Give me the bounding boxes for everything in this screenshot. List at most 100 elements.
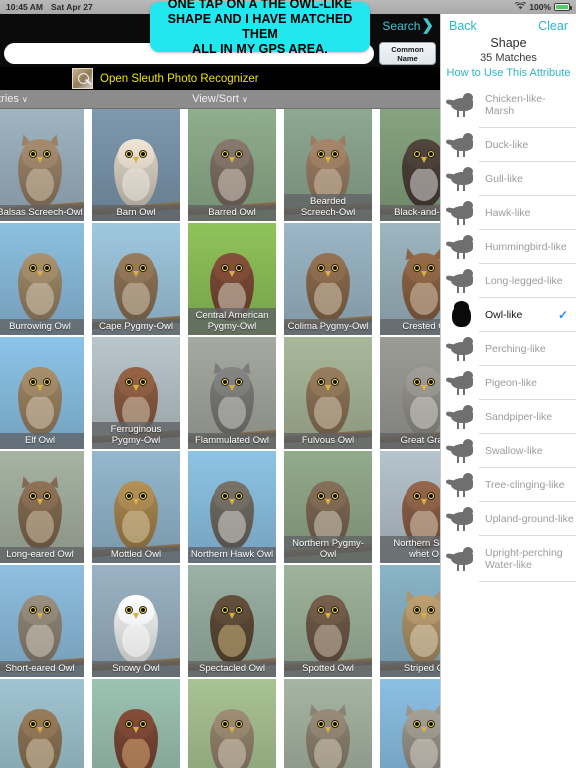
species-illustration [284, 679, 372, 768]
shape-option-owl-like[interactable]: Owl-like ✓ [441, 298, 576, 332]
shape-option-label: Perching-like [479, 332, 576, 366]
shape-option-chicken-like-marsh[interactable]: Chicken-like-Marsh [441, 82, 576, 128]
species-card[interactable]: Cape Pygmy-Owl [92, 223, 180, 335]
species-name-label: Barred Owl [188, 205, 276, 221]
species-name-label: Crested O [380, 319, 440, 335]
view-sort-menu[interactable]: View/Sort ∨ [0, 93, 440, 105]
pigeon-like-silhouette-icon [445, 368, 479, 398]
species-card[interactable]: Northern Saw- whet O [380, 451, 440, 563]
shape-option-label: Gull-like [479, 162, 576, 196]
species-name-label: Cape Pygmy-Owl [92, 319, 180, 335]
species-card[interactable]: Short-eared Owl [0, 565, 84, 677]
species-card[interactable]: Fulvous Owl [284, 337, 372, 449]
back-button[interactable]: Back [449, 19, 477, 33]
species-card[interactable]: Northern Hawk Owl [188, 451, 276, 563]
species-illustration [0, 679, 84, 768]
species-name-label: Northern Pygmy-Owl [284, 536, 372, 563]
species-card[interactable]: Whisker [380, 679, 440, 768]
duck-like-silhouette-icon [445, 130, 479, 160]
upland-ground-like-silhouette-icon [445, 504, 479, 534]
species-name-label: Flammulated Owl [188, 433, 276, 449]
species-card[interactable]: Barn Owl [92, 109, 180, 221]
shape-option-label: Hummingbird-like [479, 230, 576, 264]
shape-option-perching-like[interactable]: Perching-like [441, 332, 576, 366]
species-card[interactable]: Spectacled Owl [188, 565, 276, 677]
shape-option-hummingbird-like[interactable]: Hummingbird-like [441, 230, 576, 264]
shape-option-gull-like[interactable]: Gull-like [441, 162, 576, 196]
species-card[interactable]: Unspotted Saw- [92, 679, 180, 768]
shape-attribute-sidebar: Back Clear Shape 35 Matches How to Use T… [440, 14, 576, 768]
shape-option-upland-ground-like[interactable]: Upland-ground-like [441, 502, 576, 536]
shape-option-hawk-like[interactable]: Hawk-like [441, 196, 576, 230]
shape-option-long-legged-like[interactable]: Long-legged-like [441, 264, 576, 298]
species-card[interactable]: Ferruginous Pygmy-Owl [92, 337, 180, 449]
shape-option-label: Upland-ground-like [479, 502, 576, 536]
sleuth-photo-recognizer-label: Open Sleuth Photo Recognizer [100, 72, 259, 85]
species-name-label: Snowy Owl [92, 661, 180, 677]
species-card[interactable]: Colima Pygmy-Owl [284, 223, 372, 335]
species-card[interactable]: Barred Owl [188, 109, 276, 221]
species-card[interactable]: Vermiculated [188, 679, 276, 768]
common-name-toggle-button[interactable]: Common Name [379, 42, 436, 65]
species-name-label: Long-eared Owl [0, 547, 84, 563]
swallow-like-silhouette-icon [445, 436, 479, 466]
species-name-label: Ferruginous Pygmy-Owl [92, 422, 180, 449]
wifi-icon [515, 1, 527, 12]
instruction-callout: ONE TAP ON A THE OWL-LIKE SHAPE AND I HA… [150, 0, 370, 56]
shape-option-label: Tree-clinging-like [479, 468, 576, 502]
common-name-line-1: Common [391, 44, 424, 54]
search-button[interactable]: Search ❯ [382, 18, 434, 33]
species-card[interactable]: Western [284, 679, 372, 768]
shape-option-duck-like[interactable]: Duck-like [441, 128, 576, 162]
sleuth-photo-recognizer-bar[interactable]: Open Sleuth Photo Recognizer [0, 67, 440, 90]
shape-option-swallow-like[interactable]: Swallow-like [441, 434, 576, 468]
status-date: Sat Apr 27 [51, 2, 93, 12]
species-card[interactable]: Northern Pygmy-Owl [284, 451, 372, 563]
species-name-label: Northern Saw- whet O [380, 536, 440, 563]
species-grid: Balsas Screech-Owl Barn Owl Barred Owl Bear… [0, 109, 440, 768]
sidebar-title: Shape [490, 36, 527, 50]
species-card[interactable]: Tamaulipas [0, 679, 84, 768]
species-card[interactable]: Long-eared Owl [0, 451, 84, 563]
sandpiper-like-silhouette-icon [445, 402, 479, 432]
species-card[interactable]: Balsas Screech-Owl [0, 109, 84, 221]
shape-option-label: Pigeon-like [479, 366, 576, 400]
shape-option-label: Upright-perching Water-like [479, 536, 576, 582]
species-card[interactable]: Striped O [380, 565, 440, 677]
sidebar-header: Back Clear Shape 35 Matches How to Use T… [441, 14, 576, 82]
species-illustration [380, 679, 440, 768]
species-card[interactable]: Burrowing Owl [0, 223, 84, 335]
view-sort-bar: ntries ∨ View/Sort ∨ [0, 90, 440, 109]
checkmark-icon: ✓ [557, 308, 568, 322]
gull-like-silhouette-icon [445, 164, 479, 194]
hawk-like-silhouette-icon [445, 198, 479, 228]
common-name-line-2: Name [397, 53, 418, 63]
species-name-label: Mottled Owl [92, 547, 180, 563]
battery-icon [554, 3, 572, 11]
species-card[interactable]: Flammulated Owl [188, 337, 276, 449]
species-name-label: Burrowing Owl [0, 319, 84, 335]
species-card[interactable]: Great Gray [380, 337, 440, 449]
species-card[interactable]: Bearded Screech-Owl [284, 109, 372, 221]
species-name-label: Bearded Screech-Owl [284, 194, 372, 221]
species-name-label: Northern Hawk Owl [188, 547, 276, 563]
species-card[interactable]: Central American Pygmy-Owl [188, 223, 276, 335]
clear-button[interactable]: Clear [538, 19, 568, 33]
species-card[interactable]: Black-and-Wh [380, 109, 440, 221]
shape-option-tree-clinging-like[interactable]: Tree-clinging-like [441, 468, 576, 502]
photo-recognizer-icon [72, 68, 93, 89]
status-bar-right: 100% [515, 1, 572, 12]
species-card[interactable]: Mottled Owl [92, 451, 180, 563]
shape-option-upright-perching-water-like[interactable]: Upright-perching Water-like [441, 536, 576, 582]
species-card[interactable]: Crested O [380, 223, 440, 335]
search-button-label: Search [382, 18, 421, 33]
shape-option-pigeon-like[interactable]: Pigeon-like [441, 366, 576, 400]
species-illustration [188, 679, 276, 768]
shape-option-label: Duck-like [479, 128, 576, 162]
how-to-use-link[interactable]: How to Use This Attribute [441, 67, 576, 79]
shape-option-sandpiper-like[interactable]: Sandpiper-like [441, 400, 576, 434]
species-card[interactable]: Snowy Owl [92, 565, 180, 677]
species-name-label: Spotted Owl [284, 661, 372, 677]
species-card[interactable]: Spotted Owl [284, 565, 372, 677]
species-card[interactable]: Elf Owl [0, 337, 84, 449]
